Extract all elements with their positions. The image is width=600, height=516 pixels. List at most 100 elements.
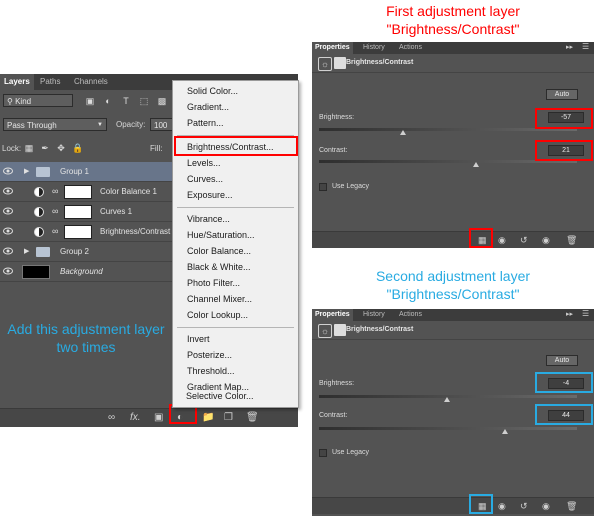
link-chain-icon: ∞ [52, 226, 59, 236]
menu-item-curves[interactable]: Curves... [187, 173, 223, 185]
new-layer-icon[interactable]: ❐ [224, 412, 233, 424]
menu-item-vibrance[interactable]: Vibrance... [187, 213, 230, 225]
eye-icon[interactable] [3, 247, 13, 255]
tab-actions[interactable]: Actions [396, 309, 425, 321]
use-legacy-checkbox[interactable] [319, 449, 327, 457]
brightness-label: Brightness: [319, 380, 355, 387]
annotation-line-1: Second adjustment layer [375, 268, 531, 284]
tab-history[interactable]: History [360, 309, 388, 321]
lock-image-icon[interactable]: ✒ [40, 143, 50, 153]
shape-filter-icon[interactable]: ⬚ [139, 96, 149, 106]
trash-icon[interactable]: 🗑 [566, 235, 577, 245]
add-mask-icon[interactable]: ▣ [154, 412, 163, 424]
contrast-slider-thumb[interactable] [502, 429, 508, 434]
tab-properties[interactable]: Properties [312, 309, 353, 321]
lock-transparent-icon[interactable]: ▦ [24, 143, 34, 153]
contrast-slider-thumb[interactable] [473, 162, 479, 167]
tab-actions[interactable]: Actions [396, 42, 425, 54]
highlight-brightness-value-1 [535, 108, 593, 129]
use-legacy-checkbox[interactable] [319, 183, 327, 191]
new-group-icon[interactable]: 📁 [202, 412, 214, 424]
view-previous-icon[interactable]: ◉ [498, 235, 506, 245]
properties-bottom-bar: ▦ ◉ ↺ ◉ 🗑 [312, 497, 594, 514]
link-chain-icon: ∞ [52, 206, 59, 216]
opacity-field[interactable]: 100 [150, 118, 172, 131]
panel-collapse-icon[interactable]: ▸▸ [566, 310, 573, 318]
menu-item-channel-mixer[interactable]: Channel Mixer... [187, 293, 252, 305]
panel-menu-icon[interactable]: ☰ [582, 42, 589, 51]
contrast-slider[interactable] [319, 427, 577, 430]
layer-mask-thumbnail[interactable] [64, 185, 92, 199]
blend-mode-value: Pass Through [7, 121, 57, 130]
image-filter-icon[interactable]: ▣ [85, 96, 95, 106]
layer-name: Group 2 [60, 247, 89, 256]
adjustment-layer-icon [34, 187, 44, 197]
reset-icon[interactable]: ↺ [520, 501, 528, 511]
layer-name: Color Balance 1 [100, 187, 157, 196]
eye-icon[interactable] [3, 167, 13, 175]
contrast-label: Contrast: [319, 412, 348, 419]
menu-item-color-lookup[interactable]: Color Lookup... [187, 309, 248, 321]
annotation-line-2: two times [56, 339, 116, 355]
brightness-sun-icon: ☼ [318, 57, 332, 71]
highlight-clip-icon-1 [469, 228, 493, 248]
trash-icon[interactable]: 🗑 [246, 412, 259, 424]
properties-tabs: Properties History Actions ▸▸ ☰ [312, 309, 594, 321]
tab-channels[interactable]: Channels [70, 74, 112, 90]
brightness-slider-thumb[interactable] [444, 397, 450, 402]
link-layers-icon[interactable]: ∞ [108, 412, 115, 424]
eye-icon[interactable] [3, 207, 13, 215]
reset-icon[interactable]: ↺ [520, 235, 528, 245]
properties-title: Brightness/Contrast [346, 59, 414, 66]
layer-mask-thumbnail[interactable] [64, 205, 92, 219]
expand-arrow-icon[interactable]: ▶ [24, 167, 29, 175]
auto-button[interactable]: Auto [546, 89, 578, 100]
trash-icon[interactable]: 🗑 [566, 501, 577, 511]
menu-item-selective-color[interactable]: Selective Color... [186, 390, 254, 402]
mask-icon[interactable] [334, 324, 346, 336]
menu-item-color-balance[interactable]: Color Balance... [187, 245, 251, 257]
menu-item-pattern[interactable]: Pattern... [187, 117, 224, 129]
properties-header: ☼ Brightness/Contrast [312, 54, 594, 73]
menu-item-photo-filter[interactable]: Photo Filter... [187, 277, 240, 289]
menu-item-solid-color[interactable]: Solid Color... [187, 85, 238, 97]
expand-arrow-icon[interactable]: ▶ [24, 247, 29, 255]
menu-item-exposure[interactable]: Exposure... [187, 189, 233, 201]
mask-icon[interactable] [334, 57, 346, 69]
menu-item-levels[interactable]: Levels... [187, 157, 221, 169]
visibility-eye-icon[interactable]: ◉ [542, 501, 550, 511]
opacity-value: 100 [154, 121, 168, 130]
tab-layers[interactable]: Layers [0, 74, 34, 90]
view-previous-icon[interactable]: ◉ [498, 501, 506, 511]
menu-item-threshold[interactable]: Threshold... [187, 365, 235, 377]
eye-icon[interactable] [3, 227, 13, 235]
tab-properties[interactable]: Properties [312, 42, 353, 54]
kind-filter-select[interactable]: ⚲ Kind [3, 94, 73, 107]
layer-name: Group 1 [60, 167, 89, 176]
layer-mask-thumbnail[interactable] [64, 225, 92, 239]
menu-item-posterize[interactable]: Posterize... [187, 349, 232, 361]
menu-item-hue-saturation[interactable]: Hue/Saturation... [187, 229, 255, 241]
smart-object-filter-icon[interactable]: ▩ [157, 96, 167, 106]
panel-collapse-icon[interactable]: ▸▸ [566, 43, 573, 51]
tab-history[interactable]: History [360, 42, 388, 54]
lock-all-icon[interactable]: 🔒 [72, 143, 83, 153]
visibility-eye-icon[interactable]: ◉ [542, 235, 550, 245]
highlight-contrast-value-2 [535, 404, 593, 425]
menu-item-black-white[interactable]: Black & White... [187, 261, 251, 273]
blend-mode-select[interactable]: Pass Through ▼ [3, 118, 107, 131]
menu-item-gradient[interactable]: Gradient... [187, 101, 229, 113]
eye-icon[interactable] [3, 267, 13, 275]
folder-icon [36, 167, 50, 177]
brightness-slider-thumb[interactable] [400, 130, 406, 135]
eye-icon[interactable] [3, 187, 13, 195]
fx-button[interactable]: fx. [130, 412, 141, 424]
panel-menu-icon[interactable]: ☰ [582, 309, 589, 318]
auto-button[interactable]: Auto [546, 355, 578, 366]
tab-paths[interactable]: Paths [36, 74, 64, 90]
lock-position-icon[interactable]: ✥ [56, 143, 66, 153]
type-filter-icon[interactable]: T [121, 96, 131, 106]
adjustment-filter-icon[interactable]: ◐ [103, 96, 113, 106]
menu-item-invert[interactable]: Invert [187, 333, 210, 345]
fill-label: Fill: [150, 144, 163, 153]
